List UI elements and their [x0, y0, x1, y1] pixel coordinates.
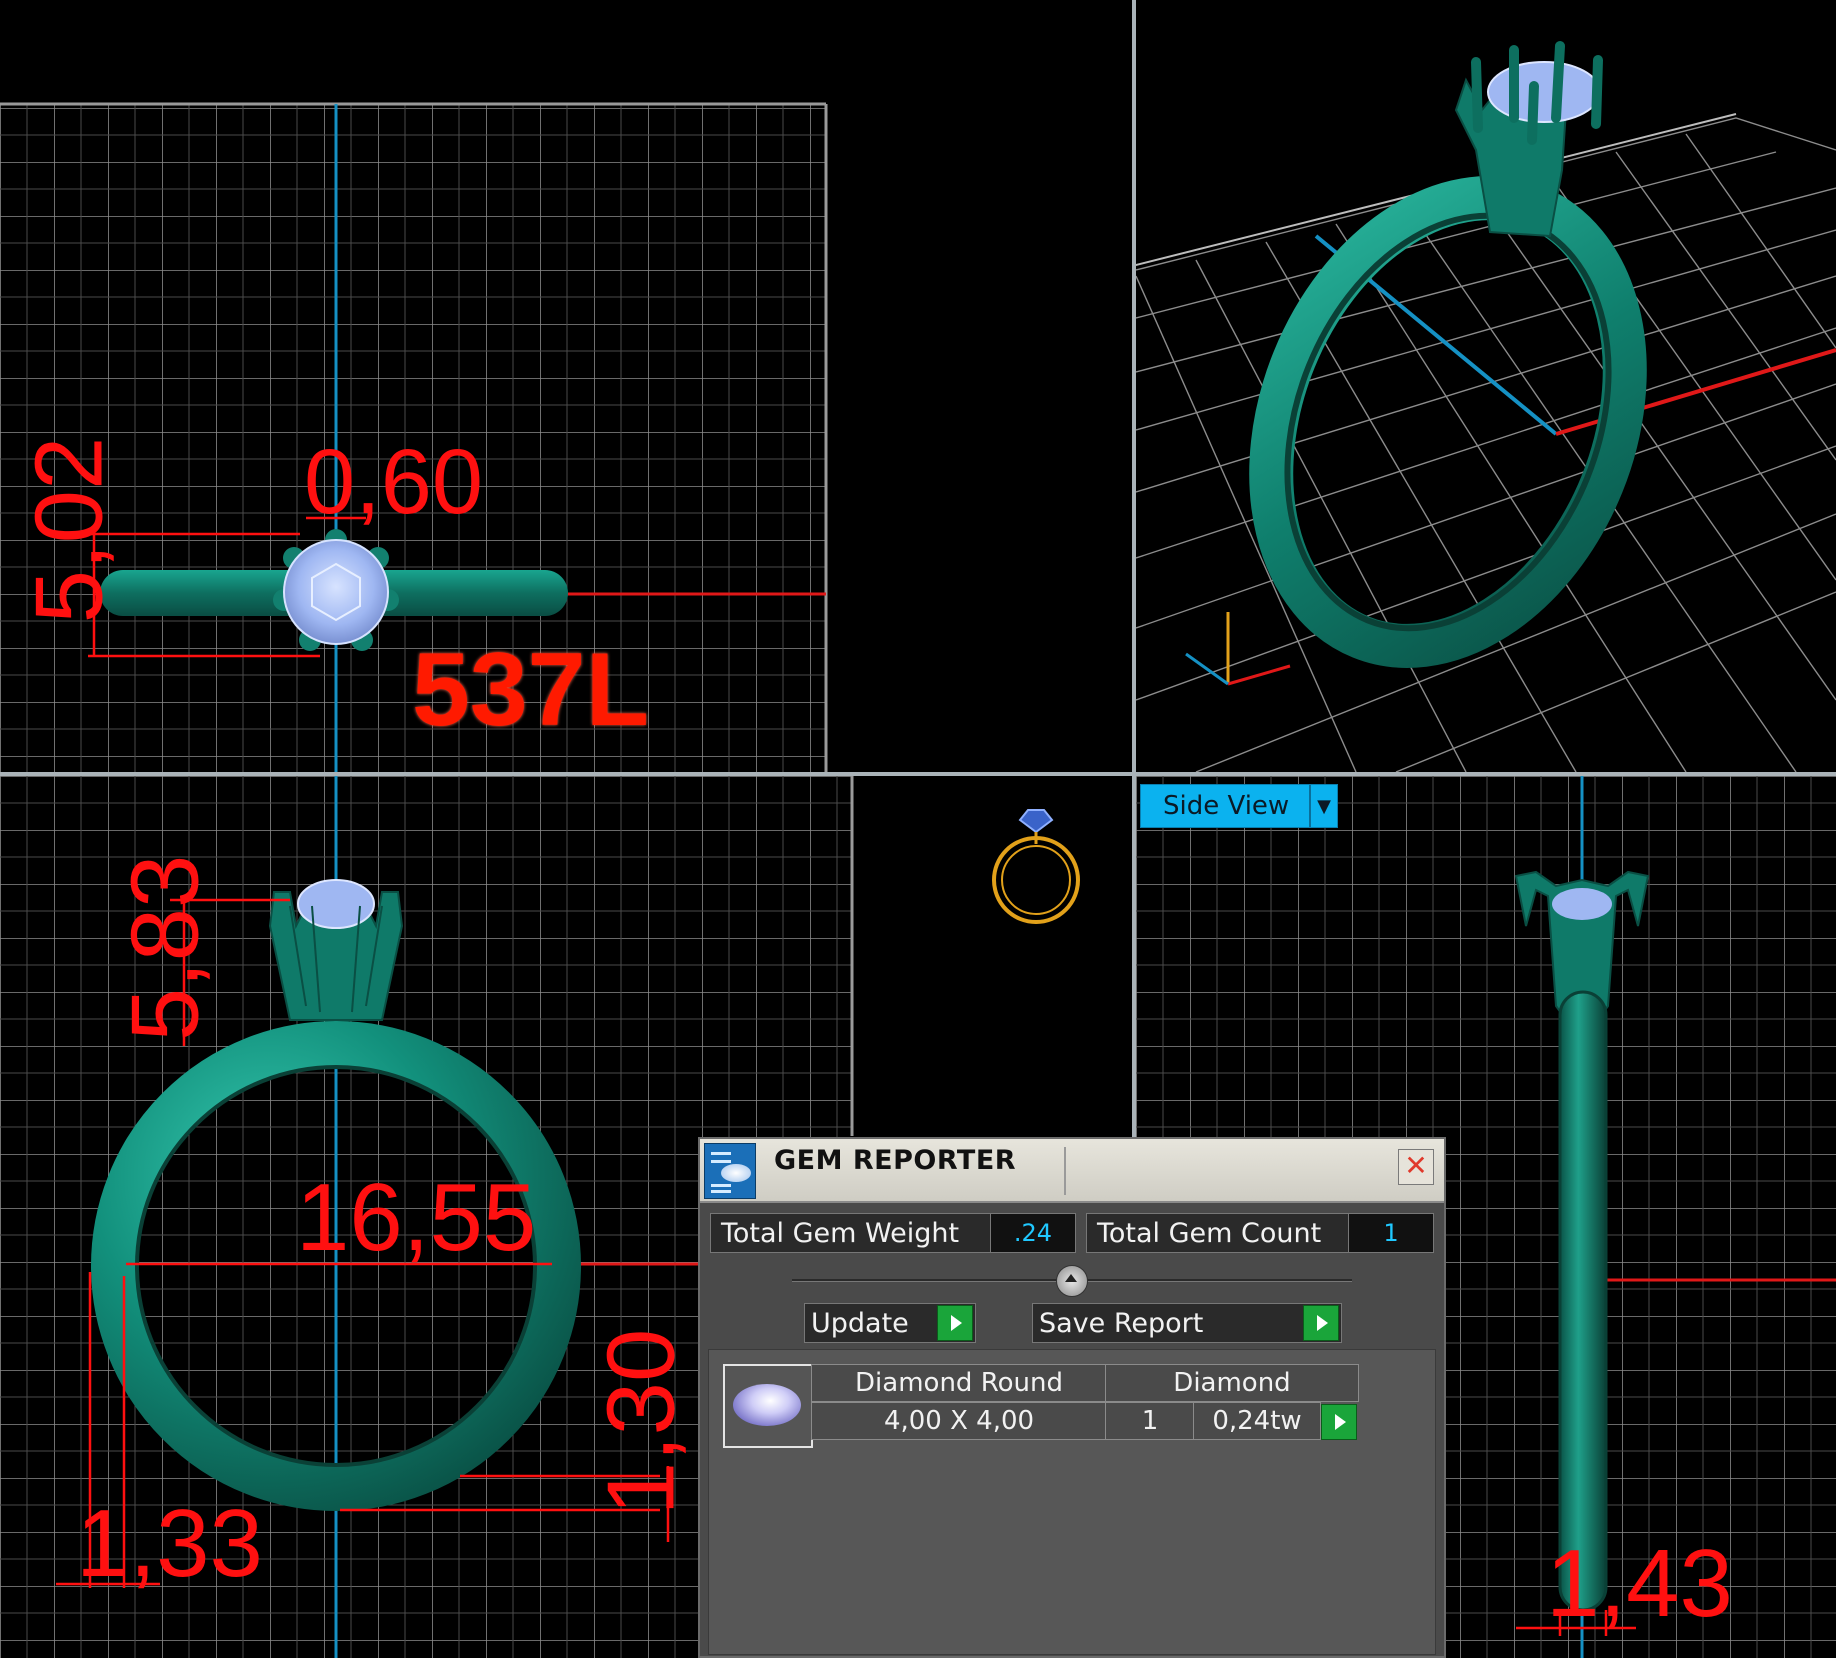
- play-arrow-icon[interactable]: [1321, 1404, 1357, 1440]
- update-button[interactable]: Update: [804, 1303, 976, 1343]
- update-button-label: Update: [811, 1307, 909, 1339]
- viewport-perspective-canvas: [1136, 41, 1836, 772]
- ring-band-profile: [1558, 990, 1608, 1612]
- view-selector[interactable]: Side View ▼: [1140, 784, 1338, 828]
- ring-thumbnail-icon[interactable]: [972, 800, 1092, 940]
- dimension-band-height-label: 1,30: [587, 1328, 695, 1516]
- dimension-band-width-label: 1,33: [76, 1490, 263, 1597]
- total-gem-weight-value: .24: [990, 1214, 1075, 1252]
- gem: [297, 879, 375, 929]
- model-label: 537L: [412, 632, 650, 748]
- gem-shape: Diamond Round: [811, 1364, 1107, 1402]
- view-selector-label: Side View: [1163, 791, 1290, 821]
- gem: [283, 539, 389, 645]
- total-gem-weight-label: Total Gem Weight: [721, 1217, 960, 1249]
- title-separator: [1064, 1147, 1066, 1195]
- gem-size: 4,00 X 4,00: [811, 1402, 1107, 1440]
- dimension-side-width-label: 1,43: [1546, 1530, 1733, 1637]
- close-icon[interactable]: ✕: [1398, 1149, 1434, 1185]
- total-gem-count-label: Total Gem Count: [1097, 1217, 1322, 1249]
- total-gem-count: Total Gem Count 1: [1086, 1213, 1434, 1253]
- viewport-perspective[interactable]: [1136, 0, 1836, 772]
- viewport-top[interactable]: 5,02 0,60 537L: [0, 0, 1132, 772]
- save-report-button-label: Save Report: [1039, 1307, 1204, 1339]
- total-gem-weight: Total Gem Weight .24: [710, 1213, 1076, 1253]
- play-arrow-icon[interactable]: [937, 1305, 973, 1341]
- gem-count: 1: [1105, 1402, 1195, 1440]
- gem-list: Diamond Round Diamond 4,00 X 4,00 1 0,24…: [708, 1349, 1436, 1655]
- gem: [1552, 888, 1612, 920]
- diamond-thumbnail-icon: [723, 1364, 813, 1448]
- collapse-toggle[interactable]: [1056, 1265, 1088, 1297]
- dimension-height-label: 5,02: [15, 436, 123, 624]
- dimension-head-height-label: 5,83: [111, 854, 219, 1042]
- gem-material: Diamond: [1105, 1364, 1359, 1402]
- gem-weight: 0,24tw: [1193, 1402, 1321, 1440]
- dropdown-arrow-icon[interactable]: ▼: [1309, 785, 1337, 827]
- dimension-inner-diameter-label: 16,55: [296, 1164, 537, 1271]
- gem-reporter-logo-icon: [704, 1143, 756, 1199]
- gem: [1487, 61, 1601, 123]
- gem-reporter-panel: GEM REPORTER ✕ Total Gem Weight .24 Tota…: [698, 1137, 1446, 1658]
- play-arrow-icon[interactable]: [1303, 1305, 1339, 1341]
- gem-reporter-titlebar[interactable]: GEM REPORTER ✕: [700, 1139, 1444, 1203]
- dimension-prong-label: 0,60: [304, 431, 484, 533]
- total-gem-count-value: 1: [1348, 1214, 1433, 1252]
- save-report-button[interactable]: Save Report: [1032, 1303, 1342, 1343]
- gem-reporter-title: GEM REPORTER: [774, 1145, 1017, 1176]
